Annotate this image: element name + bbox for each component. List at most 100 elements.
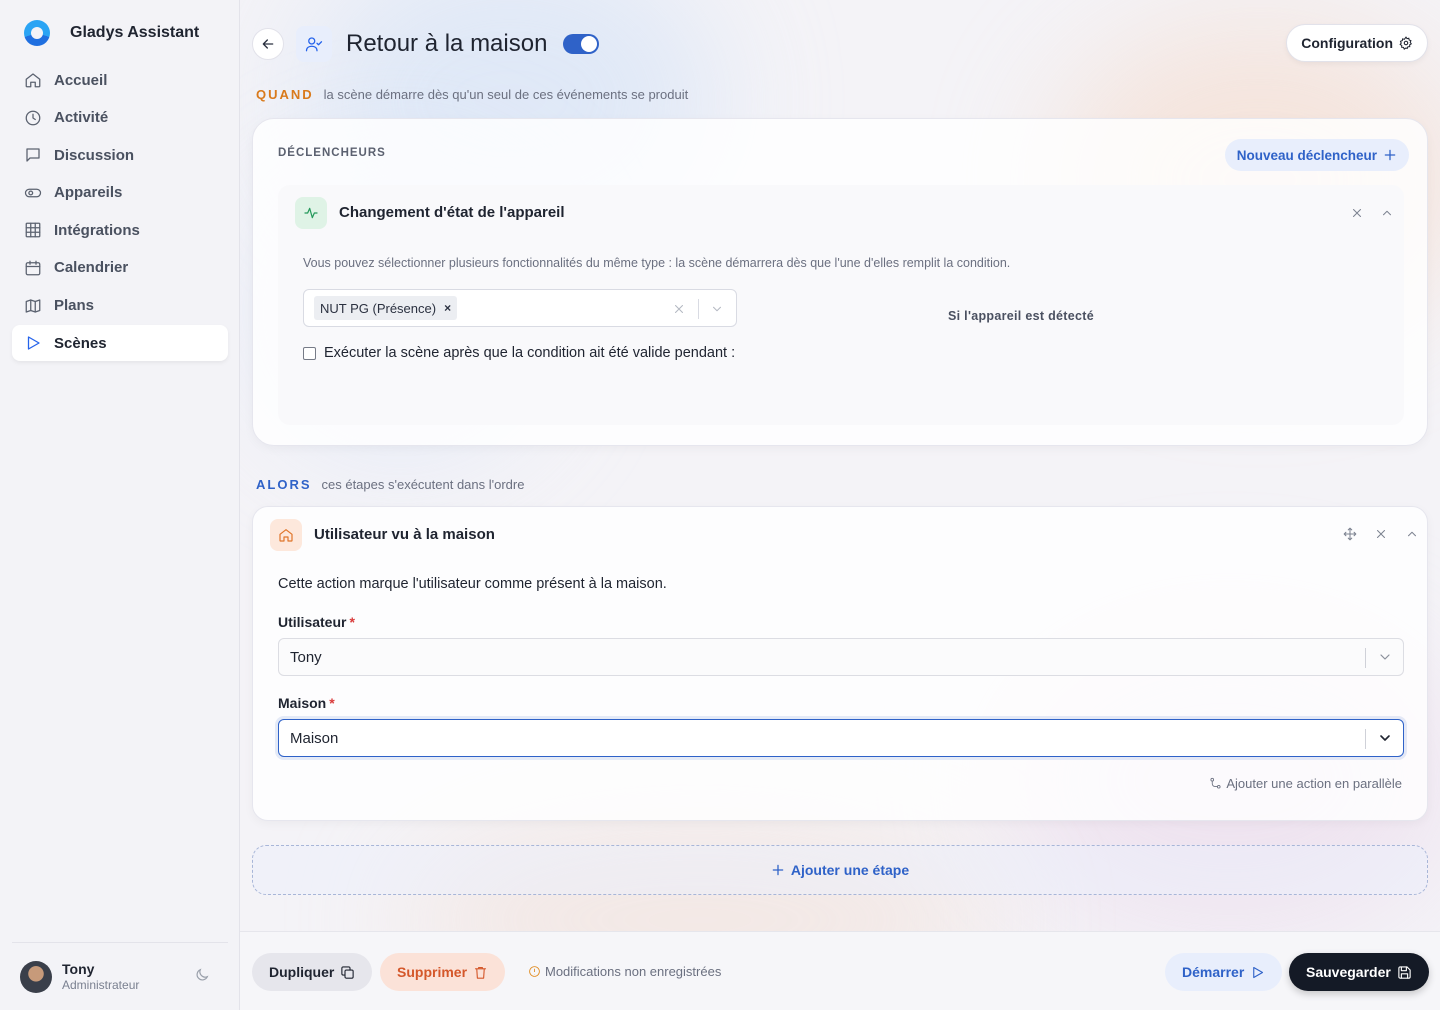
when-description: la scène démarre dès qu'un seul de ces é… [323,87,689,102]
sidebar-item-accueil[interactable]: Accueil [12,62,228,98]
sidebar-item-label: Accueil [54,71,108,89]
message-icon [26,148,40,162]
save-button[interactable]: Sauvegarder [1289,953,1429,991]
chevron-up-icon [1382,210,1392,216]
triggers-card: DÉCLENCHEURS Nouveau déclencheur Changem… [252,118,1428,446]
house-field-label-text: Maison [278,695,327,711]
move-icon [1343,527,1357,541]
play-icon [27,336,40,350]
back-button[interactable] [252,28,284,60]
user-field-label-text: Utilisateur [278,614,347,630]
duration-checkbox-row: Exécuter la scène après que la condition… [303,345,735,361]
sidebar-item-label: Plans [54,297,95,315]
brand[interactable]: Gladys Assistant [24,20,199,46]
selected-device-tag: NUT PG (Présence) × [314,296,458,320]
device-feature-select[interactable]: NUT PG (Présence) × [303,289,737,327]
action-description: Cette action marque l'utilisateur comme … [278,576,667,592]
house-field-label: Maison * [278,695,335,711]
grid-icon [25,222,41,238]
tag-label: NUT PG (Présence) [320,300,437,316]
chevron-down-icon[interactable] [1377,730,1393,746]
toggle-icon [24,188,42,198]
house-select-value: Maison [290,729,339,747]
condition-label: Si l'appareil est détecté [948,309,1094,323]
duplicate-button[interactable]: Dupliquer [252,953,373,991]
chevron-down-icon[interactable] [1377,649,1393,665]
save-icon [1398,965,1411,979]
copy-icon [341,965,355,979]
new-trigger-label: Nouveau déclencheur [1236,147,1377,163]
user-name: Tony [62,961,95,977]
collapse-action-button[interactable] [1403,525,1421,543]
duration-checkbox-label[interactable]: Exécuter la scène après que la condition… [324,345,735,361]
scene-active-toggle[interactable] [563,34,600,54]
sidebar-item-label: Scènes [54,334,107,352]
remove-action-button[interactable] [1372,525,1390,543]
chevron-down-icon [712,306,722,312]
user-field-label: Utilisateur * [278,614,355,630]
sidebar-item-label: Calendrier [54,259,129,277]
when-section-label: QUAND la scène démarre dès qu'un seul de… [256,87,688,102]
select-separator [1365,729,1366,749]
delete-label: Supprimer [397,964,468,980]
house-select[interactable]: Maison [278,719,1404,757]
arrow-left-icon [262,39,274,49]
trash-icon [474,966,487,979]
duplicate-label: Dupliquer [269,964,335,980]
select-dropdown-button[interactable] [708,300,726,318]
required-marker: * [349,614,355,630]
moon-icon[interactable] [194,967,210,983]
scene-footer: Dupliquer Supprimer Modifications non en… [240,931,1440,1010]
configuration-button[interactable]: Configuration [1286,24,1428,62]
action-card: Utilisateur vu à la maison Cette action … [252,506,1428,821]
scene-icon[interactable] [296,26,332,62]
save-label: Sauvegarder [1306,964,1391,980]
user-check-icon [305,37,323,52]
avatar[interactable] [20,960,52,993]
action-title: Utilisateur vu à la maison [314,526,495,543]
trigger-title: Changement d'état de l'appareil [339,204,565,221]
play-icon [1253,966,1264,978]
main-content: Retour à la maison Configuration QUAND l… [240,0,1440,1010]
sidebar-item-label: Discussion [54,146,135,164]
sidebar-item-integrations[interactable]: Intégrations [12,212,228,248]
unsaved-changes-notice: Modifications non enregistrées [528,964,721,979]
configuration-label: Configuration [1301,35,1393,51]
start-button[interactable]: Démarrer [1165,953,1283,991]
gear-icon [1399,36,1413,50]
sidebar-item-plans[interactable]: Plans [12,288,228,324]
sidebar-item-label: Activité [54,109,109,127]
user-select-value: Tony [290,648,322,666]
sidebar-item-scenes[interactable]: Scènes [12,325,228,362]
drag-handle[interactable] [1341,525,1359,543]
duration-checkbox[interactable] [303,346,316,360]
collapse-trigger-button[interactable] [1378,204,1396,222]
gladys-logo-icon [24,20,50,46]
alert-circle-icon [529,966,540,977]
remove-trigger-button[interactable] [1348,204,1366,222]
home-icon [270,519,302,551]
unsaved-label: Modifications non enregistrées [545,964,722,979]
sidebar-item-appareils[interactable]: Appareils [12,175,228,211]
remove-tag-icon[interactable]: × [444,301,451,315]
sidebar-item-label: Intégrations [54,221,140,239]
then-description: ces étapes s'exécutent dans l'ordre [321,477,525,492]
user-select[interactable]: Tony [278,638,1404,676]
add-step-button[interactable]: Ajouter une étape [252,845,1428,895]
required-marker: * [329,695,335,711]
sidebar-item-calendrier[interactable]: Calendrier [12,250,228,286]
select-separator [698,299,699,319]
clear-select-button[interactable] [670,300,688,318]
sidebar-item-discussion[interactable]: Discussion [12,137,228,173]
delete-button[interactable]: Supprimer [380,953,506,991]
user-menu[interactable]: Tony Administrateur [12,942,228,1010]
new-trigger-button[interactable]: Nouveau déclencheur [1224,139,1409,171]
sidebar-nav: Accueil Activité Discussion Appareils In… [12,62,228,363]
home-icon [25,73,41,88]
add-parallel-action-button[interactable]: Ajouter une action en parallèle [1209,776,1402,791]
git-branch-icon [1210,777,1221,789]
map-icon [25,298,41,313]
sidebar-item-activite[interactable]: Activité [12,100,228,136]
scene-header: Retour à la maison [252,26,600,62]
close-icon [674,304,684,314]
